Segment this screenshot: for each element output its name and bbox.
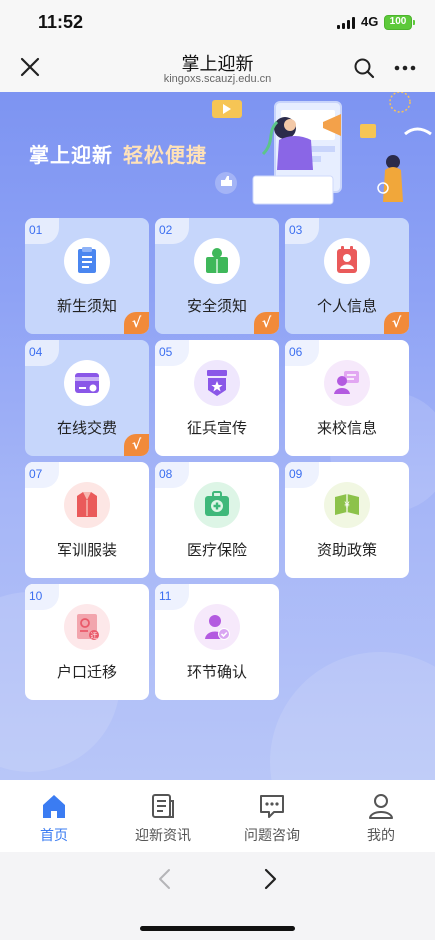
network-type: 4G [361,14,379,29]
banner-illustration [212,92,432,205]
tab-home[interactable]: 首页 [0,780,108,852]
tab-mine[interactable]: 我的 [327,780,435,852]
service-card[interactable]: 10 迁户口迁移 [25,584,149,700]
banner-title: 掌上迎新 轻松便捷 [29,139,207,168]
card-number: 11 [155,584,189,610]
card-label: 资助政策 [316,541,377,559]
medical-kit-icon [194,482,240,528]
card-number: 04 [25,340,59,366]
tab-consult[interactable]: 问题咨询 [218,780,326,852]
signal-icon [337,17,357,29]
card-number: 02 [155,218,189,244]
back-icon[interactable] [153,866,177,892]
status-time: 11:52 [38,12,84,32]
tab-consult-label: 问题咨询 [244,828,300,844]
home-indicator [140,926,295,931]
notice-clipboard-icon [64,238,110,284]
bg-bubble [270,652,435,780]
card-label: 来校信息 [316,419,377,437]
more-icon[interactable] [393,58,417,78]
service-card[interactable]: 08 医疗保险 [155,462,279,578]
battery-icon: 100 [384,15,415,30]
chat-icon [260,795,284,818]
service-card[interactable]: 04 在线交费 √ [25,340,149,456]
card-number: 07 [25,462,59,488]
card-number: 06 [285,340,319,366]
home-icon [43,795,65,818]
card-label: 户口迁移 [56,663,117,681]
completed-check-icon: √ [124,312,149,334]
uniform-icon [64,482,110,528]
funding-book-icon: ¥ [324,482,370,528]
card-label: 征兵宣传 [186,419,247,437]
tab-news-label: 迎新资讯 [135,828,191,844]
banner-title-part1: 掌上迎新 [29,143,113,167]
card-label: 军训服装 [56,541,117,559]
household-transfer-icon: 迁 [64,604,110,650]
safety-book-icon [194,238,240,284]
svg-text:迁: 迁 [91,631,98,640]
completed-check-icon: √ [254,312,279,334]
personal-info-icon [324,238,370,284]
service-card[interactable]: 09 ¥ 资助政策 [285,462,409,578]
online-payment-icon [64,360,110,406]
card-number: 05 [155,340,189,366]
service-card[interactable]: 11 环节确认 [155,584,279,700]
svg-text:¥: ¥ [344,501,350,511]
tab-home-label: 首页 [40,828,68,844]
status-bar: 11:52 4G 100 [0,0,435,44]
search-icon[interactable] [352,56,376,80]
service-card[interactable]: 07 军训服装 [25,462,149,578]
card-number: 10 [25,584,59,610]
tab-mine-label: 我的 [367,828,395,844]
card-number: 08 [155,462,189,488]
tab-news[interactable]: 迎新资讯 [109,780,217,852]
service-card[interactable]: 05 征兵宣传 [155,340,279,456]
news-icon [152,794,174,818]
service-card[interactable]: 06 来校信息 [285,340,409,456]
card-label: 医疗保险 [186,541,247,559]
forward-icon[interactable] [258,866,282,892]
arrival-info-icon [324,360,370,406]
card-number: 01 [25,218,59,244]
service-card[interactable]: 03 个人信息 √ [285,218,409,334]
main-content: 掌上迎新 轻松便捷 01 新生须知 √ 02 安全须知 √ 03 个人信息 √ 04 在线交费 √ 05 征… [0,92,435,780]
browser-toolbar [0,852,435,940]
card-number: 03 [285,218,319,244]
card-number: 09 [285,462,319,488]
nav-bar: 掌上迎新 kingoxs.scauzj.edu.cn [0,44,435,92]
service-card[interactable]: 01 新生须知 √ [25,218,149,334]
completed-check-icon: √ [384,312,409,334]
step-confirm-icon [194,604,240,650]
completed-check-icon: √ [124,434,149,456]
card-label: 环节确认 [186,663,247,681]
profile-icon [369,794,393,819]
tab-bar: 首页 迎新资讯 问题咨询 我的 [0,780,435,852]
recruitment-badge-icon [194,360,240,406]
service-card[interactable]: 02 安全须知 √ [155,218,279,334]
